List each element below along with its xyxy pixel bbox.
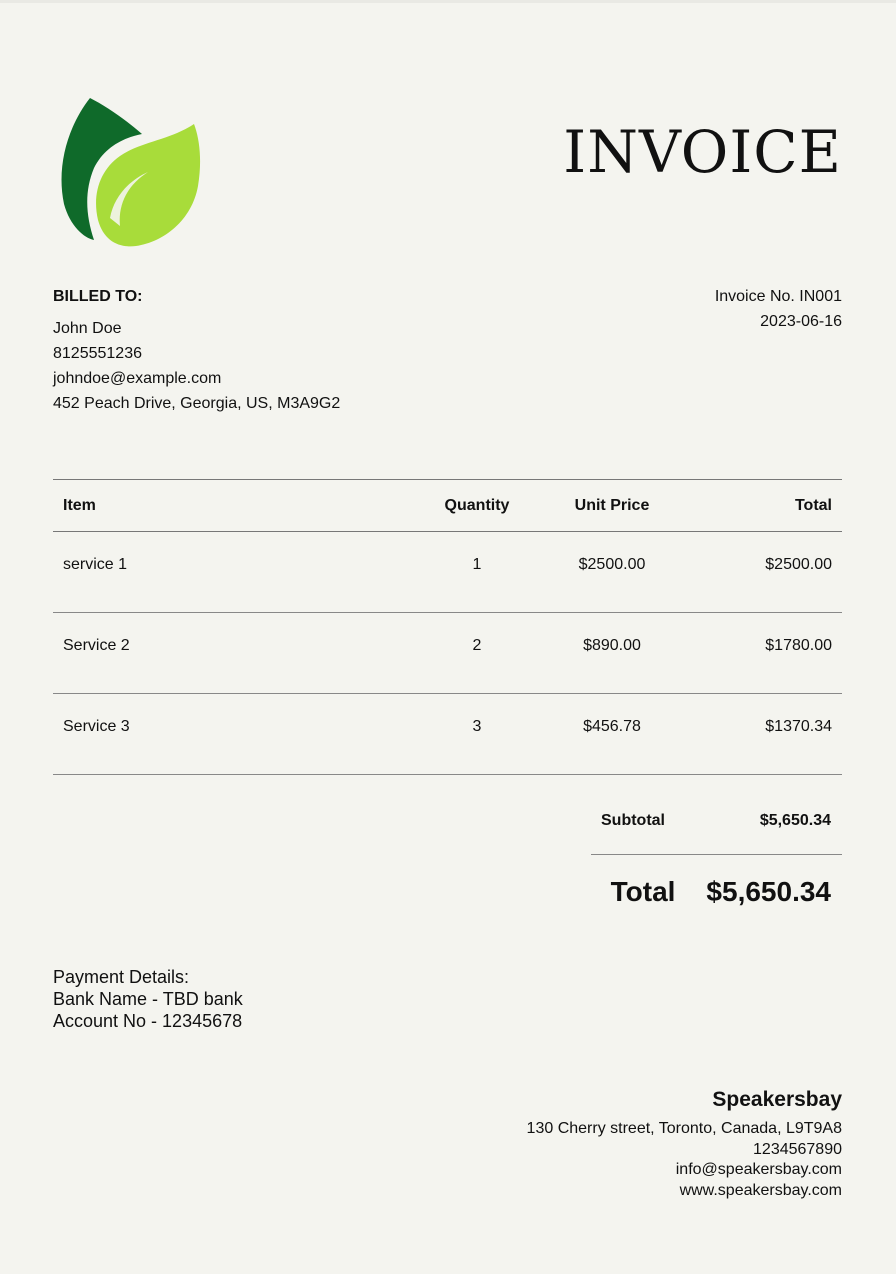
company-phone: 1234567890 [753,1140,842,1158]
payment-details: Payment Details: Bank Name - TBD bank Ac… [53,966,243,1032]
table-header-row: Item Quantity Unit Price Total [53,479,842,532]
customer-address: 452 Peach Drive, Georgia, US, M3A9G2 [53,395,341,412]
total-cell: $2500.00 [682,531,842,613]
column-header-total: Total [682,479,842,532]
table-row: Service 2 2 $890.00 $1780.00 [53,612,842,694]
unit-price-cell: $2500.00 [542,531,682,613]
company-email: info@speakersbay.com [675,1161,842,1178]
quantity-cell: 3 [412,693,542,775]
billed-to-label: BILLED TO: [53,288,143,305]
invoice-date: 2023-06-16 [760,313,842,330]
customer-phone: 8125551236 [53,345,142,362]
invoice-title: INVOICE [563,118,842,186]
total-cell: $1370.34 [682,693,842,775]
company-name: Speakersbay [712,1088,842,1111]
bank-name: Bank Name - TBD bank [53,989,243,1009]
customer-name: John Doe [53,320,122,337]
invoice-number: Invoice No. IN001 [714,288,842,305]
item-cell: Service 2 [53,612,412,694]
quantity-cell: 1 [412,531,542,613]
total-value: $5,650.34 [706,876,831,907]
table-row: service 1 1 $2500.00 $2500.00 [53,531,842,613]
payment-heading: Payment Details: [53,967,190,987]
quantity-cell: 2 [412,612,542,694]
subtotal-value: $5,650.34 [759,812,831,829]
subtotal-row: Subtotal $5,650.34 [591,808,842,855]
total-row: Total $5,650.34 [591,876,842,908]
account-number: Account No - 12345678 [53,1011,243,1031]
top-edge [0,0,896,3]
column-header-item: Item [53,479,412,532]
table-row: Service 3 3 $456.78 $1370.34 [53,693,842,775]
items-table: Item Quantity Unit Price Total service 1… [53,479,842,775]
unit-price-cell: $456.78 [542,693,682,775]
billed-to-section: BILLED TO: John Doe 8125551236 johndoe@e… [53,284,340,416]
company-address: 130 Cherry street, Toronto, Canada, L9T9… [526,1120,842,1137]
company-website: www.speakersbay.com [679,1181,842,1199]
column-header-unit-price: Unit Price [542,479,682,532]
customer-email: johndoe@example.com [53,370,222,387]
item-cell: service 1 [53,531,412,613]
subtotal-label: Subtotal [601,812,665,829]
column-header-quantity: Quantity [412,479,542,532]
item-cell: Service 3 [53,693,412,775]
unit-price-cell: $890.00 [542,612,682,694]
total-cell: $1780.00 [682,612,842,694]
total-label: Total [610,876,676,907]
company-info: Speakersbay 130 Cherry street, Toronto, … [527,1087,842,1201]
invoice-meta: Invoice No. IN001 2023-06-16 [715,284,842,334]
leaf-logo [61,98,201,247]
